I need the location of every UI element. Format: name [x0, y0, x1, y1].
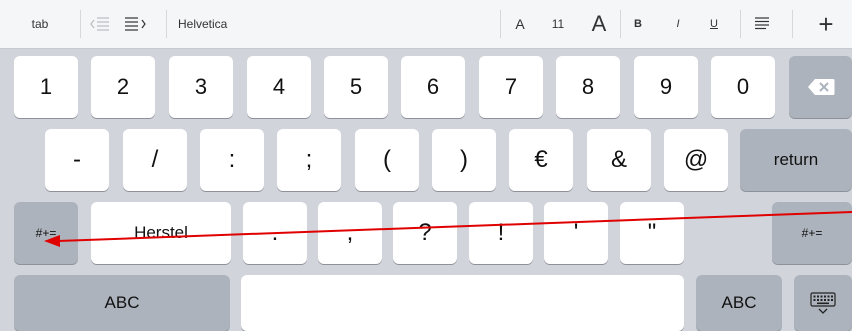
key-4[interactable]: 4: [247, 56, 311, 118]
key-apostrophe[interactable]: ': [544, 202, 608, 264]
underline-button[interactable]: U: [702, 0, 726, 48]
toolbar-divider: [500, 10, 501, 38]
formatting-toolbar: tab Helvetica A 11 A B I U +: [0, 0, 852, 49]
tab-button[interactable]: tab: [0, 0, 80, 48]
key-5[interactable]: 5: [324, 56, 388, 118]
indent-button[interactable]: [116, 0, 156, 48]
increase-font-button[interactable]: A: [582, 0, 616, 48]
dismiss-keyboard-key[interactable]: [794, 275, 852, 331]
font-picker[interactable]: Helvetica: [178, 0, 258, 48]
key-ampersand[interactable]: &: [587, 129, 651, 191]
abc-key-right[interactable]: ABC: [696, 275, 782, 331]
toolbar-divider: [80, 10, 81, 38]
ipad-keyboard: tab Helvetica A 11 A B I U + 1 2 3 4 5 6…: [0, 0, 852, 331]
insert-button[interactable]: +: [806, 0, 846, 48]
decrease-font-button[interactable]: A: [506, 0, 534, 48]
font-size-value: 11: [551, 17, 565, 31]
key-close-paren[interactable]: ): [432, 129, 496, 191]
bold-button[interactable]: B: [626, 0, 650, 48]
key-semicolon[interactable]: ;: [277, 129, 341, 191]
key-exclamation[interactable]: !: [469, 202, 533, 264]
space-bar[interactable]: [241, 275, 684, 331]
key-1[interactable]: 1: [14, 56, 78, 118]
key-7[interactable]: 7: [479, 56, 543, 118]
key-8[interactable]: 8: [556, 56, 620, 118]
key-euro[interactable]: €: [509, 129, 573, 191]
key-6[interactable]: 6: [401, 56, 465, 118]
align-button[interactable]: [746, 0, 778, 48]
key-at[interactable]: @: [664, 129, 728, 191]
abc-key-left[interactable]: ABC: [14, 275, 230, 331]
key-colon[interactable]: :: [200, 129, 264, 191]
italic-button[interactable]: I: [666, 0, 690, 48]
key-period[interactable]: .: [243, 202, 307, 264]
outdent-button[interactable]: [84, 0, 116, 48]
key-2[interactable]: 2: [91, 56, 155, 118]
toolbar-divider: [740, 10, 741, 38]
return-key[interactable]: return: [740, 129, 852, 191]
toolbar-divider: [792, 10, 793, 38]
more-symbols-key-left[interactable]: #+=: [14, 202, 78, 264]
key-3[interactable]: 3: [169, 56, 233, 118]
key-quote[interactable]: ": [620, 202, 684, 264]
align-left-icon: [755, 17, 769, 30]
key-slash[interactable]: /: [123, 129, 187, 191]
keyboard-dismiss-icon: [810, 292, 836, 314]
toolbar-divider: [166, 10, 167, 38]
backspace-icon: [807, 79, 834, 95]
key-comma[interactable]: ,: [318, 202, 382, 264]
more-symbols-key-right[interactable]: #+=: [772, 202, 852, 264]
backspace-key[interactable]: [789, 56, 852, 118]
toolbar-divider: [620, 10, 621, 38]
key-minus[interactable]: -: [45, 129, 109, 191]
key-question[interactable]: ?: [393, 202, 457, 264]
indent-icon: [125, 17, 146, 31]
key-open-paren[interactable]: (: [355, 129, 419, 191]
outdent-icon: [90, 17, 109, 31]
undo-key[interactable]: Herstel: [91, 202, 231, 264]
key-9[interactable]: 9: [634, 56, 698, 118]
key-0[interactable]: 0: [711, 56, 775, 118]
